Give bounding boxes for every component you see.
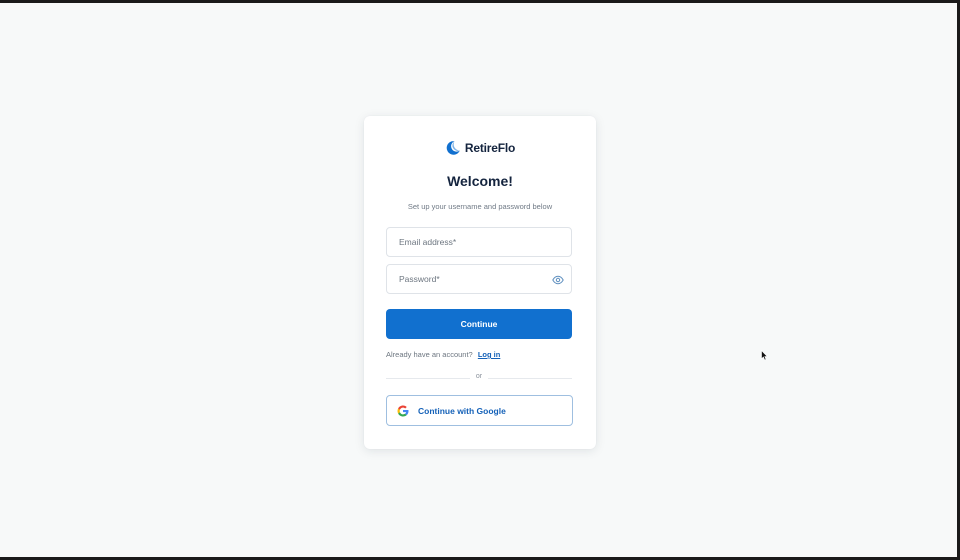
- brand-logo: RetireFlo: [364, 140, 596, 156]
- password-field[interactable]: [387, 265, 571, 293]
- login-link[interactable]: Log in: [478, 350, 501, 359]
- eye-icon[interactable]: [552, 274, 564, 286]
- continue-button[interactable]: Continue: [386, 309, 572, 339]
- mouse-cursor-icon: [761, 350, 768, 361]
- login-prompt: Already have an account? Log in: [386, 350, 500, 359]
- account-prompt-text: Already have an account?: [386, 350, 473, 359]
- brand-name: RetireFlo: [464, 141, 516, 155]
- page-title: Welcome!: [447, 173, 513, 189]
- google-button-label: Continue with Google: [418, 406, 506, 416]
- password-field-wrapper: [386, 264, 572, 294]
- crescent-logo-icon: [446, 141, 460, 155]
- google-signin-button[interactable]: Continue with Google: [386, 395, 573, 426]
- page-background: RetireFlo Welcome! Set up your username …: [0, 3, 957, 557]
- email-field[interactable]: [387, 228, 571, 256]
- divider-line-right: [488, 378, 572, 379]
- google-icon: [397, 405, 409, 417]
- email-field-wrapper: [386, 227, 572, 257]
- or-divider: or: [386, 372, 572, 384]
- signup-card: RetireFlo Welcome! Set up your username …: [364, 116, 596, 449]
- page-subtitle: Set up your username and password below: [407, 202, 553, 211]
